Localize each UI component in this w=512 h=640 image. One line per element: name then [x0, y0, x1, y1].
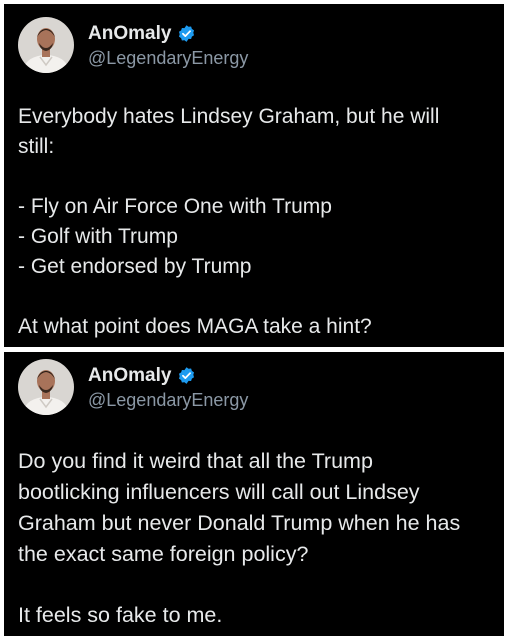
- name-row: AnOmaly: [88, 364, 248, 388]
- tweet-line: Do you find it weird that all the Trump: [18, 449, 373, 473]
- handle[interactable]: @LegendaryEnergy: [88, 48, 248, 69]
- tweet-line: - Golf with Trump: [18, 225, 178, 248]
- name-row: AnOmaly: [88, 22, 248, 46]
- tweet-line: Everybody hates Lindsey Graham, but he w…: [18, 105, 440, 128]
- tweet-line: Graham but never Donald Trump when he ha…: [18, 511, 461, 535]
- verified-badge-icon: [177, 366, 196, 385]
- verified-badge-icon: [177, 24, 196, 43]
- tweet-line: - Get endorsed by Trump: [18, 255, 252, 278]
- tweet-line: bootlicking influencers will call out Li…: [18, 480, 420, 504]
- tweet-header: AnOmaly @LegendaryEnergy: [18, 14, 248, 76]
- author-info: AnOmaly @LegendaryEnergy: [88, 22, 248, 69]
- avatar[interactable]: [18, 17, 74, 73]
- tweet-card-2: AnOmaly @LegendaryEnergy Do you find it …: [4, 352, 504, 636]
- tweet-line: At what point does MAGA take a hint?: [18, 315, 372, 338]
- display-name[interactable]: AnOmaly: [88, 365, 171, 387]
- author-info: AnOmaly @LegendaryEnergy: [88, 364, 248, 411]
- tweet-line: - Fly on Air Force One with Trump: [18, 195, 332, 218]
- handle[interactable]: @LegendaryEnergy: [88, 390, 248, 411]
- tweet-line: the exact same foreign policy?: [18, 542, 309, 566]
- avatar[interactable]: [18, 359, 74, 415]
- display-name[interactable]: AnOmaly: [88, 23, 171, 45]
- tweet-header: AnOmaly @LegendaryEnergy: [18, 356, 248, 418]
- tweet-line: still:: [18, 135, 55, 158]
- tweet-card-1: AnOmaly @LegendaryEnergy Everybody hates…: [4, 4, 504, 347]
- tweet-text: Do you find it weird that all the Trump …: [18, 446, 490, 631]
- tweet-text: Everybody hates Lindsey Graham, but he w…: [18, 102, 490, 342]
- tweet-line: It feels so fake to me.: [18, 603, 223, 627]
